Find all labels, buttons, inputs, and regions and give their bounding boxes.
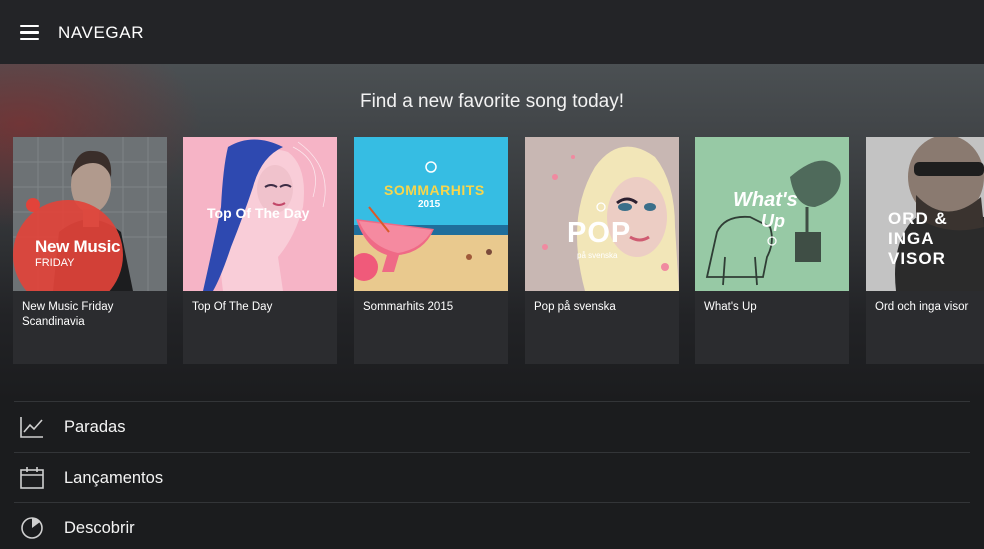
menu-item-label: Paradas — [64, 418, 126, 436]
calendar-icon — [20, 467, 44, 489]
playlist-card-pop-pa-svenska[interactable]: POP på svenska Pop på svenska — [525, 137, 679, 364]
cover-subtitle: FRIDAY — [35, 257, 75, 269]
top-bar: NAVEGAR — [0, 0, 984, 64]
playlist-title: Sommarhits 2015 — [363, 301, 454, 313]
cover-title: ORD & INGA VISOR — [888, 209, 948, 268]
playlist-card-sommarhits-2015[interactable]: SOMMARHITS 2015 Sommarhits 2015 — [354, 137, 508, 364]
playlist-card-ord-och-inga-visor[interactable]: ORD & INGA VISOR Ord och inga visor — [866, 137, 984, 364]
playlist-title: What's Up — [704, 301, 757, 313]
chart-line-icon — [20, 417, 43, 438]
cover-title: POP — [567, 217, 632, 249]
hero-title: Find a new favorite song today! — [359, 91, 625, 112]
divider — [14, 452, 970, 453]
cover-subtitle: på svenska — [577, 251, 618, 260]
compass-pie-icon — [21, 517, 43, 539]
playlist-title: New Music Friday Scandinavia — [22, 301, 114, 328]
playlist-cover: New Music FRIDAY — [13, 137, 167, 291]
playlist-cover: What's Up — [695, 137, 849, 291]
hamburger-icon[interactable] — [20, 25, 39, 40]
cover-title: What's — [733, 189, 798, 211]
cover-subtitle: Up — [761, 211, 785, 231]
playlist-cover: Top Of The Day — [183, 137, 337, 291]
playlist-cover: SOMMARHITS 2015 — [354, 137, 508, 291]
playlist-cover: POP på svenska — [525, 137, 679, 291]
playlist-cover: ORD & INGA VISOR — [866, 137, 984, 291]
playlist-card-new-music-friday[interactable]: New Music FRIDAY New Music Friday Scandi… — [13, 137, 167, 364]
divider — [14, 401, 970, 402]
menu-item-paradas[interactable]: Paradas — [0, 403, 984, 451]
cover-title: New Music — [35, 237, 121, 256]
menu-item-descobrir[interactable]: Descobrir — [0, 504, 984, 549]
playlist-card-top-of-the-day[interactable]: Top Of The Day Top Of The Day — [183, 137, 337, 364]
cover-title: Top Of The Day — [207, 205, 310, 221]
cover-subtitle: 2015 — [418, 199, 441, 210]
menu-item-lancamentos[interactable]: Lançamentos — [0, 454, 984, 502]
playlist-title: Top Of The Day — [192, 301, 273, 313]
cover-title: SOMMARHITS — [384, 182, 485, 198]
menu-item-label: Lançamentos — [64, 469, 164, 487]
playlist-title: Ord och inga visor — [875, 301, 969, 313]
playlist-title: Pop på svenska — [534, 301, 616, 313]
playlist-card-whats-up[interactable]: What's Up What's Up — [695, 137, 849, 364]
menu-item-label: Descobrir — [64, 519, 135, 537]
page-title: NAVEGAR — [58, 23, 145, 42]
divider — [14, 502, 970, 503]
